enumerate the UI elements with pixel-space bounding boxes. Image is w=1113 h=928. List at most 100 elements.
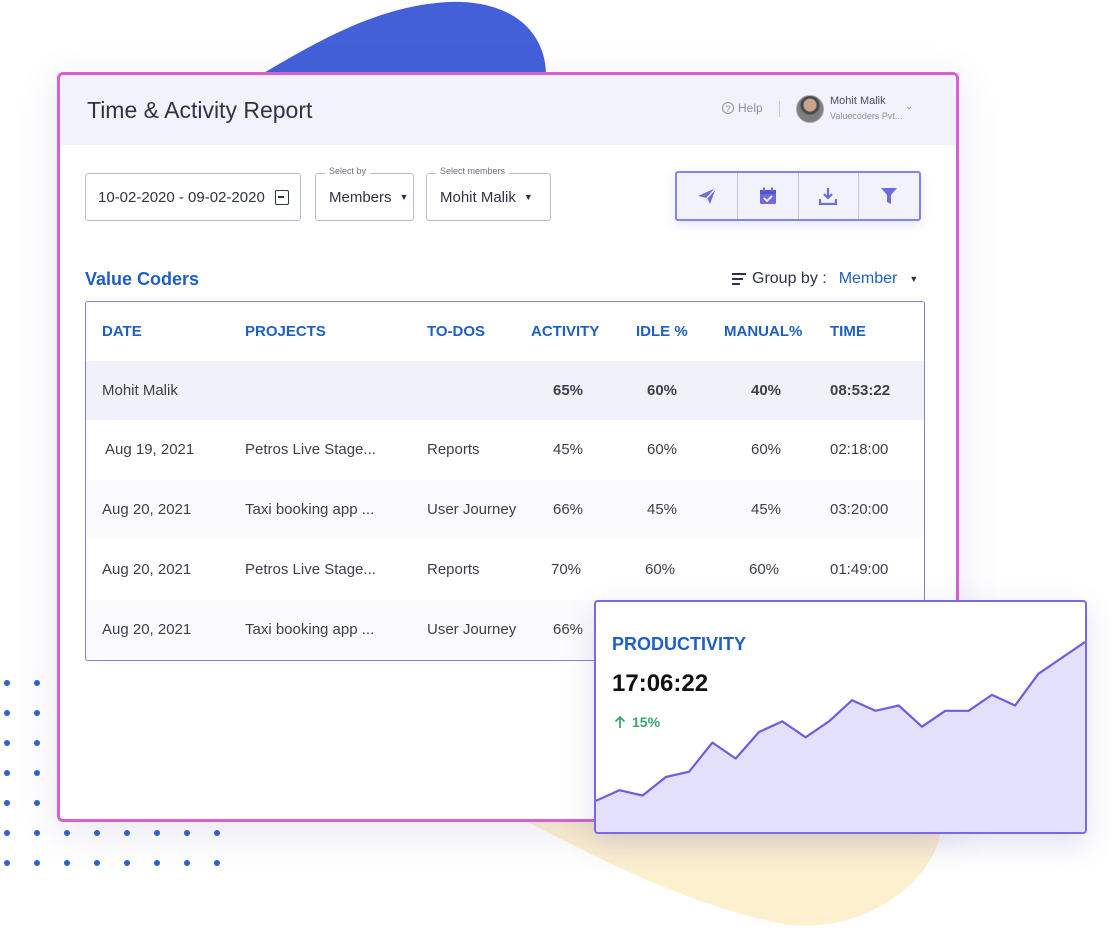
table-row[interactable]: Aug 20, 2021 Taxi booking app ... User J… — [86, 480, 924, 539]
help-link[interactable]: ? Help — [722, 101, 763, 115]
row-todo: Reports — [427, 561, 480, 578]
filter-icon — [881, 188, 898, 204]
row-manual: 60% — [750, 441, 782, 458]
dot — [154, 860, 160, 866]
dot — [154, 830, 160, 836]
calendar-button[interactable] — [738, 173, 799, 219]
group-by-label: Group by : — [752, 270, 827, 287]
row-project: Taxi booking app ... — [245, 621, 375, 638]
dot — [4, 680, 10, 686]
productivity-title: PRODUCTIVITY — [612, 634, 747, 654]
date-range-picker[interactable]: 10-02-2020 - 09-02-2020 — [85, 173, 301, 221]
row-project: Taxi booking app ... — [245, 501, 375, 518]
column-header-todos[interactable]: TO-DOS — [427, 302, 485, 361]
row-date: Aug 20, 2021 — [102, 501, 192, 518]
summary-idle: 60% — [646, 382, 678, 399]
column-header-date[interactable]: DATE — [102, 302, 142, 361]
avatar[interactable] — [796, 95, 824, 123]
caret-down-icon: ▼ — [909, 274, 919, 284]
user-name[interactable]: Mohit Malik — [830, 95, 886, 107]
action-toolbar — [675, 171, 921, 221]
row-activity: 45% — [552, 441, 584, 458]
calendar-icon — [274, 189, 289, 205]
dot — [34, 710, 40, 716]
dot — [124, 830, 130, 836]
calendar-icon — [759, 187, 776, 204]
header-divider — [779, 101, 780, 117]
dot — [4, 740, 10, 746]
row-date: Aug 19, 2021 — [105, 441, 195, 458]
row-date: Aug 20, 2021 — [102, 561, 192, 578]
productivity-change-value: 15% — [632, 714, 661, 730]
section-title: Value Coders — [85, 269, 200, 289]
dot — [214, 830, 220, 836]
productivity-value: 17:06:22 — [612, 670, 709, 697]
group-by-dropdown[interactable]: Group by : Member ▼ — [732, 270, 918, 288]
row-todo: User Journey — [427, 621, 517, 638]
row-manual: 45% — [750, 501, 782, 518]
column-header-activity[interactable]: ACTIVITY — [531, 302, 599, 361]
sort-lines-icon — [732, 273, 746, 285]
summary-time: 08:53:22 — [830, 382, 891, 399]
row-todo: User Journey — [427, 501, 517, 518]
dot — [64, 860, 70, 866]
table-header-row: DATE PROJECTS TO-DOS ACTIVITY IDLE % MAN… — [86, 302, 924, 361]
summary-manual: 40% — [750, 382, 782, 399]
row-project: Petros Live Stage... — [245, 561, 376, 578]
productivity-change: 15% — [614, 714, 660, 730]
column-header-manual[interactable]: MANUAL% — [724, 302, 802, 361]
summary-row[interactable]: Mohit Malik 65% 60% 40% 08:53:22 — [86, 361, 924, 420]
dot — [34, 680, 40, 686]
row-todo: Reports — [427, 441, 480, 458]
productivity-card[interactable]: PRODUCTIVITY 17:06:22 15% — [594, 600, 1087, 834]
help-icon: ? — [722, 102, 734, 114]
table-row[interactable]: Aug 19, 2021 Petros Live Stage... Report… — [86, 420, 924, 479]
dot — [4, 710, 10, 716]
select-members-dropdown[interactable]: Select members Mohit Malik ▼ — [426, 166, 551, 221]
download-button[interactable] — [799, 173, 860, 219]
date-range-value: 10-02-2020 - 09-02-2020 — [98, 188, 265, 206]
row-time: 02:18:00 — [830, 441, 889, 458]
filter-button[interactable] — [859, 173, 919, 219]
row-activity: 66% — [552, 501, 584, 518]
row-activity: 70% — [550, 561, 582, 578]
dot — [94, 830, 100, 836]
row-idle: 60% — [644, 561, 676, 578]
column-header-time[interactable]: TIME — [830, 302, 866, 361]
table-row[interactable]: Aug 20, 2021 Petros Live Stage... Report… — [86, 540, 924, 599]
row-time: 01:49:00 — [830, 561, 889, 578]
row-project: Petros Live Stage... — [245, 441, 376, 458]
dot — [34, 860, 40, 866]
select-by-value: Members — [329, 188, 392, 206]
chevron-down-icon[interactable]: ⌄ — [905, 101, 913, 112]
dot — [34, 800, 40, 806]
send-button[interactable] — [677, 173, 738, 219]
row-activity: 66% — [552, 621, 584, 638]
dot — [34, 770, 40, 776]
row-idle: 60% — [646, 441, 678, 458]
help-label: Help — [738, 101, 763, 115]
dot — [34, 740, 40, 746]
row-idle: 45% — [646, 501, 678, 518]
select-by-dropdown[interactable]: Select by Members ▼ — [315, 166, 414, 221]
download-icon — [819, 188, 838, 205]
dot — [4, 800, 10, 806]
dot — [64, 830, 70, 836]
row-manual: 60% — [748, 561, 780, 578]
caret-down-icon: ▼ — [523, 192, 533, 202]
dot — [184, 830, 190, 836]
group-by-value: Member — [838, 270, 898, 287]
column-header-projects[interactable]: PROJECTS — [245, 302, 326, 361]
send-icon — [697, 187, 717, 204]
row-date: Aug 20, 2021 — [102, 621, 192, 638]
dot — [4, 770, 10, 776]
column-header-idle[interactable]: IDLE % — [636, 302, 688, 361]
user-company: Valuecoders Pvt... — [830, 111, 903, 121]
dot — [34, 830, 40, 836]
row-time: 03:20:00 — [830, 501, 889, 518]
panel-header: Time & Activity Report ? Help Mohit Mali… — [60, 75, 956, 145]
summary-member-name: Mohit Malik — [102, 382, 178, 399]
arrow-up-icon — [614, 715, 626, 728]
caret-down-icon: ▼ — [399, 192, 409, 202]
dot — [214, 860, 220, 866]
